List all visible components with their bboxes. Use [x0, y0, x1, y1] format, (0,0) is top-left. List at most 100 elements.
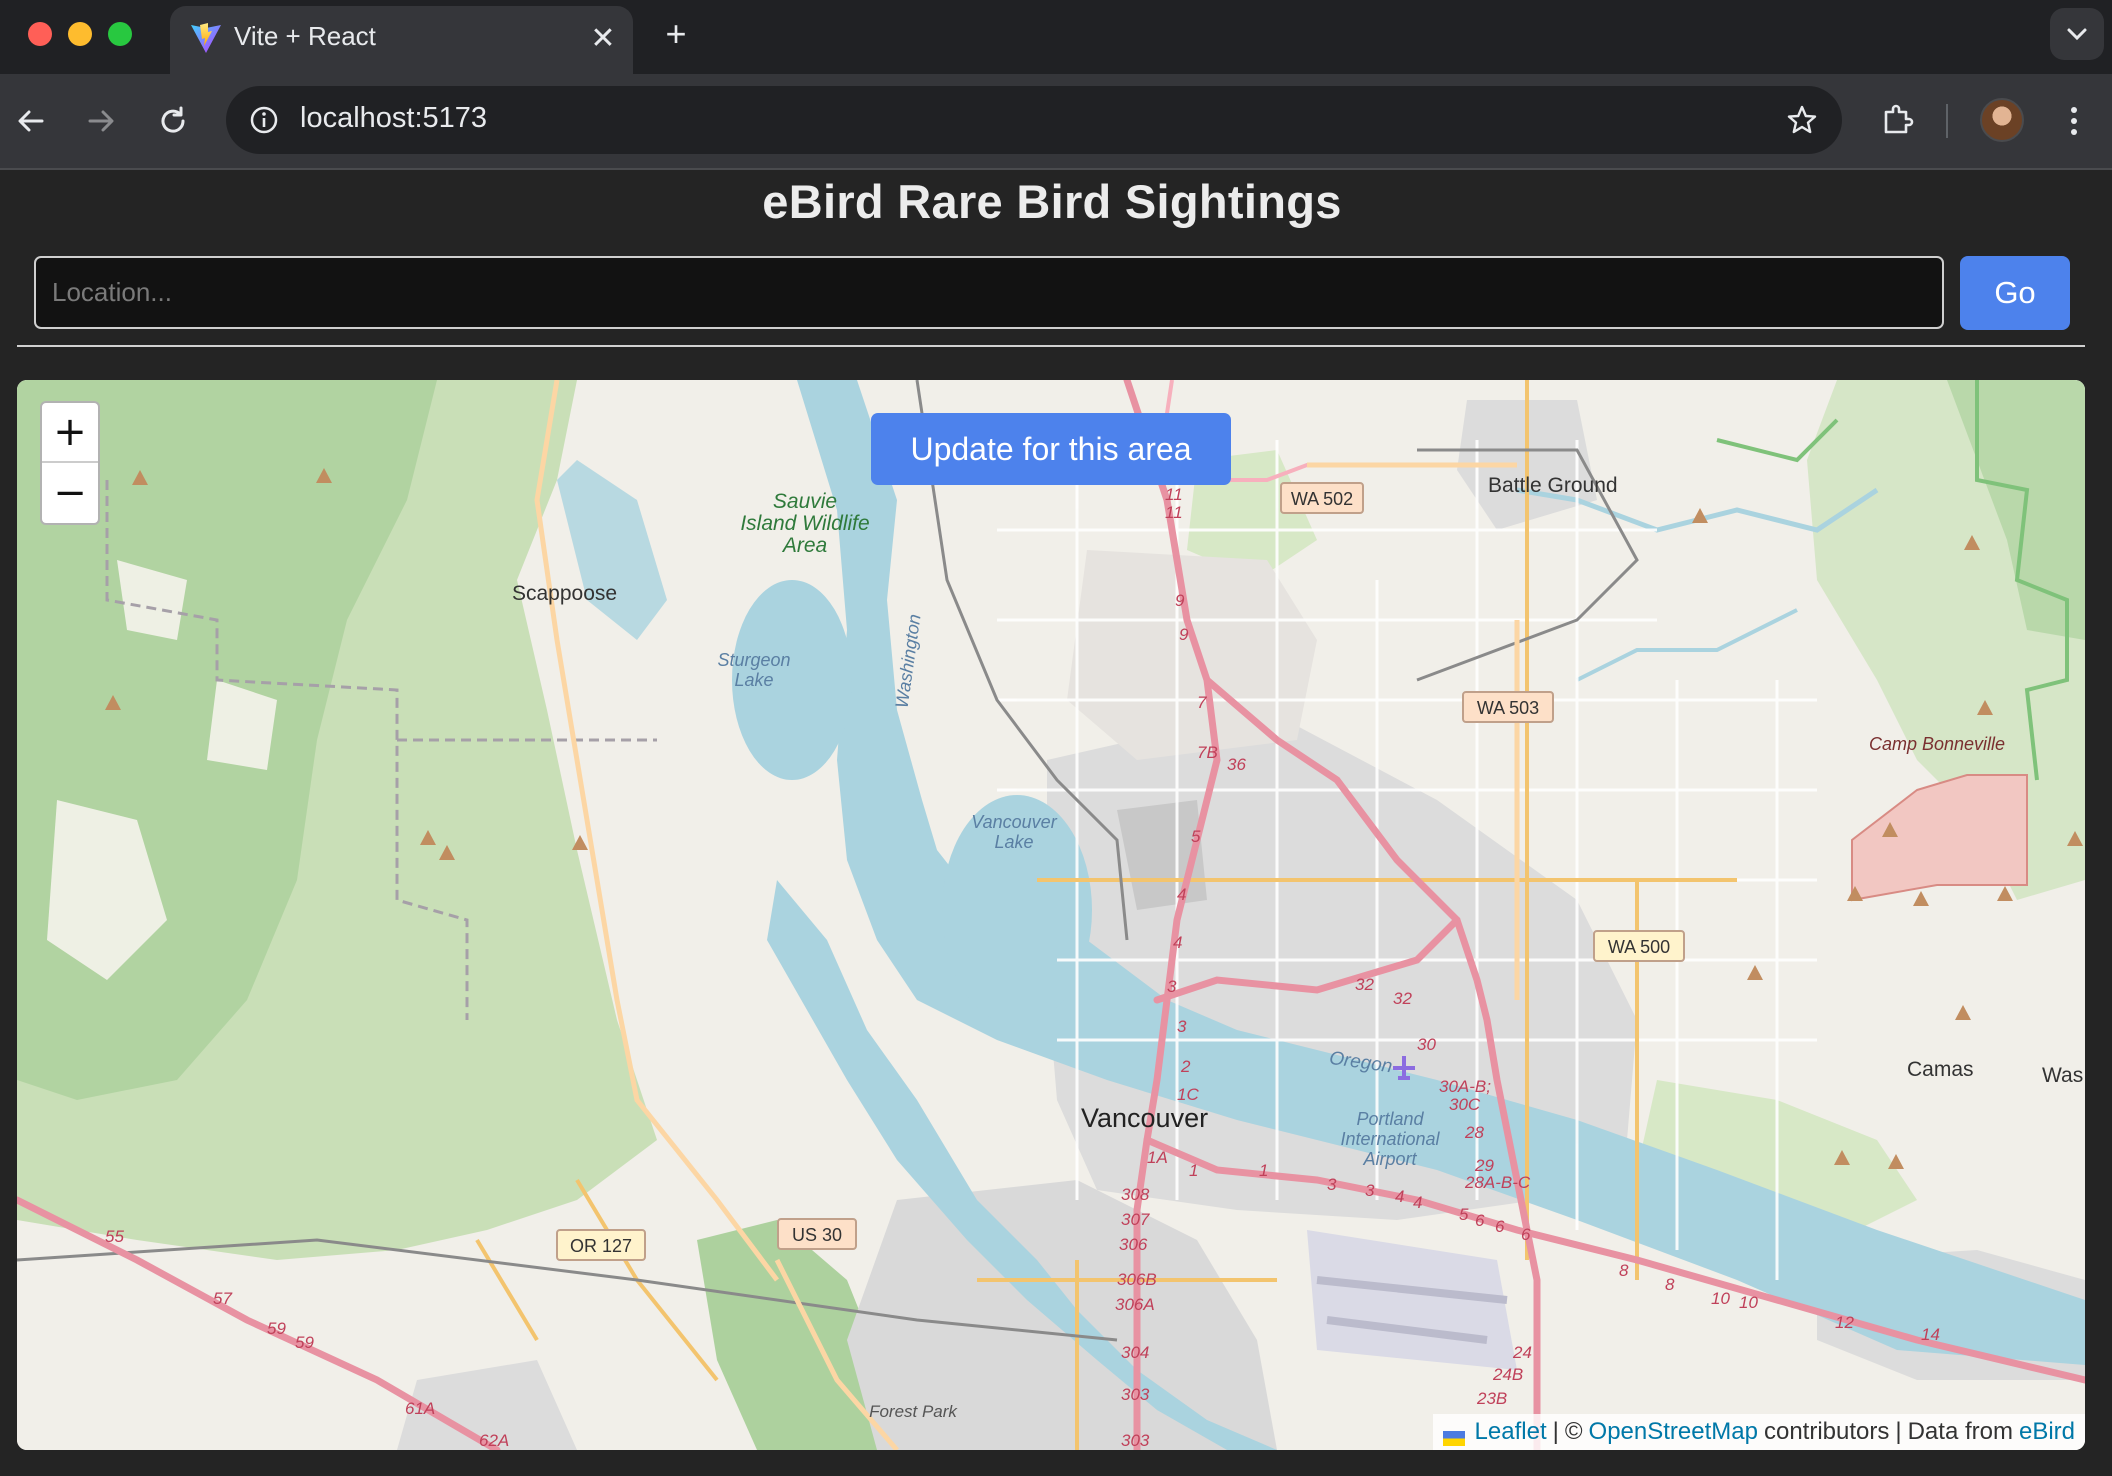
active-tab[interactable]: Vite + React ✕ — [170, 6, 633, 74]
exit-label: 5 — [1459, 1205, 1469, 1224]
exit-label: 61A — [405, 1399, 435, 1418]
go-button[interactable]: Go — [1960, 256, 2070, 330]
tab-search-button[interactable] — [2050, 8, 2104, 60]
exit-label: 3 — [1167, 977, 1177, 996]
exit-label: 36 — [1227, 755, 1246, 774]
exit-label: 9 — [1179, 625, 1189, 644]
exit-label: 23B — [1476, 1389, 1507, 1408]
page-title: eBird Rare Bird Sightings — [762, 175, 1342, 228]
extensions-puzzle-icon[interactable] — [1872, 94, 1924, 146]
exit-label: 7B — [1197, 743, 1218, 762]
exit-label: 10 — [1711, 1289, 1730, 1308]
label-battle-ground: Battle Ground — [1488, 474, 1618, 497]
exit-label: 1A — [1147, 1148, 1168, 1167]
profile-avatar[interactable] — [1980, 98, 2024, 142]
exit-label: 8 — [1619, 1261, 1629, 1280]
exit-label: 6 — [1495, 1217, 1505, 1236]
attribution-contributors: contributors — [1763, 1418, 1890, 1445]
exit-label: 1 — [1189, 1161, 1198, 1180]
exit-label: 12 — [1835, 1313, 1854, 1332]
close-window-button[interactable] — [28, 22, 52, 46]
ebird-link[interactable]: eBird — [2019, 1418, 2075, 1446]
location-input[interactable] — [34, 256, 1944, 329]
attribution-data-from: Data from — [1907, 1418, 2013, 1445]
label-forest-park: Forest Park — [869, 1402, 958, 1421]
exit-label: 32 — [1393, 989, 1412, 1008]
browser-tab-strip: Vite + React ✕ + — [0, 0, 2112, 74]
label-sturgeon: Sturgeon — [717, 650, 790, 670]
exit-label: 1C — [1177, 1085, 1199, 1104]
exit-label: 3 — [1327, 1175, 1337, 1194]
map-attribution: Leaflet | © OpenStreetMap contributors |… — [1432, 1414, 2085, 1450]
leaflet-link[interactable]: Leaflet — [1475, 1418, 1547, 1446]
update-area-button[interactable]: Update for this area — [871, 413, 1231, 485]
label-vancouver-lake-1: Vancouver — [971, 812, 1057, 832]
exit-label: 32 — [1355, 975, 1374, 994]
exit-label: 30A-B; — [1439, 1077, 1491, 1096]
exit-label: 28A-B-C — [1464, 1173, 1531, 1192]
exit-label: 4 — [1413, 1193, 1422, 1212]
exit-label: 7 — [1197, 693, 1207, 712]
exit-label: 6 — [1475, 1211, 1485, 1230]
attribution-sep: | — [1895, 1418, 1902, 1445]
toolbar-separator — [1946, 104, 1948, 138]
attribution-copyright: © — [1564, 1418, 1583, 1445]
label-island-wildlife: Island Wildlife — [740, 512, 869, 535]
exit-label: 10 — [1739, 1293, 1758, 1312]
address-bar[interactable]: localhost:5173 — [226, 86, 1842, 154]
back-button[interactable] — [6, 96, 56, 146]
exit-label: 4 — [1173, 933, 1182, 952]
exit-label: 308 — [1121, 1185, 1150, 1204]
exit-label: 306B — [1117, 1270, 1157, 1289]
exit-label: 3 — [1365, 1181, 1375, 1200]
browser-toolbar: localhost:5173 — [0, 74, 2112, 170]
header-divider — [17, 345, 2085, 347]
exit-label: 62A — [479, 1431, 509, 1450]
exit-label: 11 — [1165, 503, 1183, 522]
exit-label: 5 — [1191, 827, 1201, 846]
exit-label: 6 — [1521, 1225, 1531, 1244]
back-arrow-icon — [18, 110, 44, 132]
bookmark-star-icon[interactable] — [1782, 100, 1822, 140]
url-text: localhost:5173 — [300, 102, 488, 134]
site-info-icon[interactable] — [244, 100, 284, 140]
label-camas: Camas — [1907, 1058, 1974, 1081]
minimize-window-button[interactable] — [68, 22, 92, 46]
exit-label: 2 — [1180, 1057, 1191, 1076]
exit-label: 55 — [105, 1227, 124, 1246]
label-sturgeon-lake: Lake — [734, 670, 773, 690]
new-tab-button[interactable]: + — [654, 12, 698, 56]
shield-or-127: OR 127 — [570, 1236, 632, 1256]
exit-label: 59 — [267, 1319, 286, 1338]
label-vancouver-city: Vancouver — [1081, 1103, 1208, 1133]
shield-wa-503: WA 503 — [1477, 698, 1539, 718]
exit-label: 303 — [1121, 1385, 1150, 1404]
maximize-window-button[interactable] — [108, 22, 132, 46]
zoom-control: + − — [40, 401, 100, 525]
label-portland: Portland — [1356, 1109, 1424, 1129]
reload-icon — [161, 106, 185, 133]
exit-label: 30 — [1417, 1035, 1436, 1054]
exit-label: 306A — [1115, 1295, 1155, 1314]
exit-label: 304 — [1121, 1343, 1149, 1362]
attribution-sep: | — [1552, 1418, 1559, 1445]
exit-label: 9 — [1175, 591, 1185, 610]
kebab-menu-icon[interactable] — [2054, 96, 2094, 146]
exit-label: 306 — [1119, 1235, 1148, 1254]
exit-label: 307 — [1121, 1210, 1150, 1229]
label-was: Was — [2042, 1064, 2083, 1087]
zoom-in-button[interactable]: + — [42, 403, 98, 463]
reload-button[interactable] — [148, 96, 198, 146]
exit-label: 1 — [1259, 1161, 1268, 1180]
tab-title: Vite + React — [234, 21, 376, 51]
forward-button[interactable] — [76, 96, 126, 146]
zoom-out-button[interactable]: − — [42, 463, 98, 523]
map-container[interactable]: WA 502 WA 503 WA 500 OR 127 US 30 Battle… — [17, 380, 2085, 1450]
close-tab-icon[interactable]: ✕ — [583, 18, 623, 58]
forward-arrow-icon — [88, 110, 114, 132]
openstreetmap-link[interactable]: OpenStreetMap — [1589, 1418, 1758, 1446]
exit-label: 59 — [295, 1333, 314, 1352]
ukraine-flag-icon — [1442, 1425, 1465, 1446]
map-tiles[interactable]: WA 502 WA 503 WA 500 OR 127 US 30 Battle… — [17, 380, 2085, 1450]
exit-label: 4 — [1177, 885, 1186, 904]
